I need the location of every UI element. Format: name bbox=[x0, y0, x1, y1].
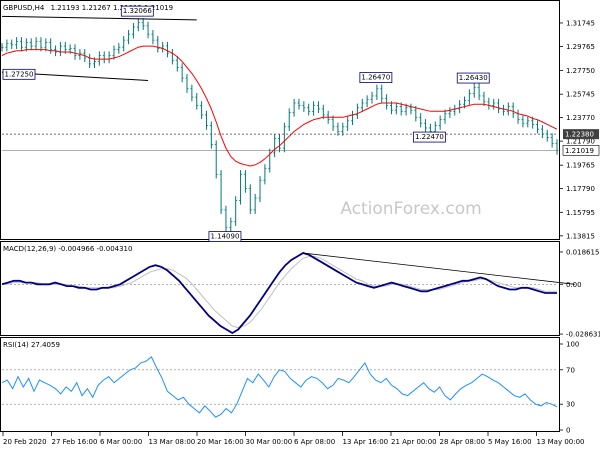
x-tick-label: 13 Apr 16:00 bbox=[343, 438, 389, 446]
price-tick-label: 1.19765 bbox=[566, 162, 595, 170]
price-tick-label: 1.13815 bbox=[566, 232, 595, 240]
macd-tick-label: -0.028631 bbox=[566, 331, 600, 339]
price-annotation-label: 1.26470 bbox=[361, 74, 390, 82]
watermark: ActionForex.com bbox=[340, 199, 481, 219]
rsi-panel-frame bbox=[0, 337, 560, 432]
macd-tick-label: 0.00 bbox=[566, 281, 582, 289]
price-annotation-label: 1.27250 bbox=[5, 70, 34, 78]
macd-panel-header: MACD(12,26,9) -0.004966 -0.004310 bbox=[3, 245, 132, 253]
rsi-tick-label: 30 bbox=[566, 401, 575, 409]
x-tick-label: 13 Mar 08:00 bbox=[149, 438, 196, 446]
rsi-line bbox=[1, 356, 558, 418]
symbol-label: GBPUSD,H4 bbox=[3, 4, 45, 12]
price-annotation-label: 1.22470 bbox=[415, 133, 444, 141]
price-tick-label: 1.23770 bbox=[566, 114, 595, 122]
x-tick-label: 13 May 00:00 bbox=[537, 438, 585, 446]
macd-plot bbox=[1, 252, 575, 335]
price-trendline bbox=[1, 15, 197, 21]
x-tick-label: 20 Feb 2020 bbox=[3, 438, 47, 446]
price-tick-label: 1.29765 bbox=[566, 43, 595, 51]
x-tick-label: 30 Mar 00:00 bbox=[246, 438, 293, 446]
current-price-label: 1.21019 bbox=[565, 147, 594, 155]
x-tick-label: 21 Apr 00:00 bbox=[391, 438, 437, 446]
x-tick-label: 6 Apr 08:00 bbox=[294, 438, 335, 446]
x-tick-label: 28 Apr 08:00 bbox=[440, 438, 486, 446]
rsi-tick-label: 100 bbox=[566, 341, 579, 349]
price-annotation-label: 1.26430 bbox=[459, 74, 488, 82]
macd-tick-label: 0.018615 bbox=[566, 248, 599, 256]
price-tick-label: 1.27750 bbox=[566, 67, 595, 75]
chart-root: GBPUSD,H4 1.21193 1.21267 1.21013 1.2101… bbox=[0, 0, 600, 446]
axes: 1.317451.297651.277501.257451.237701.217… bbox=[2, 19, 600, 446]
price-annotation-label: 1.32066 bbox=[123, 7, 152, 15]
x-tick-label: 27 Feb 16:00 bbox=[52, 438, 98, 446]
price-annotation-label: 1.14090 bbox=[210, 233, 239, 241]
macd-line bbox=[1, 252, 557, 335]
macd-signal-line bbox=[2, 256, 557, 329]
rsi-tick-label: 70 bbox=[566, 366, 575, 374]
rsi-panel-header: RSI(14) 27.4059 bbox=[3, 341, 60, 349]
price-tick-label: 1.31745 bbox=[566, 19, 595, 27]
rsi-tick-label: 0 bbox=[566, 427, 570, 435]
x-tick-label: 6 Mar 00:00 bbox=[100, 438, 142, 446]
x-tick-label: 20 Mar 16:00 bbox=[197, 438, 244, 446]
x-tick-label: 5 May 16:00 bbox=[488, 438, 532, 446]
price-tick-label: 1.17790 bbox=[566, 185, 595, 193]
price-tick-label: 1.15795 bbox=[566, 209, 595, 217]
rsi-plot bbox=[1, 356, 558, 418]
macd-trendline bbox=[303, 252, 575, 285]
level-price-label: 1.22380 bbox=[565, 131, 594, 139]
price-tick-label: 1.25745 bbox=[566, 91, 595, 99]
ohlc-label: 1.21193 1.21267 1.21013 1.21019 bbox=[51, 4, 173, 12]
